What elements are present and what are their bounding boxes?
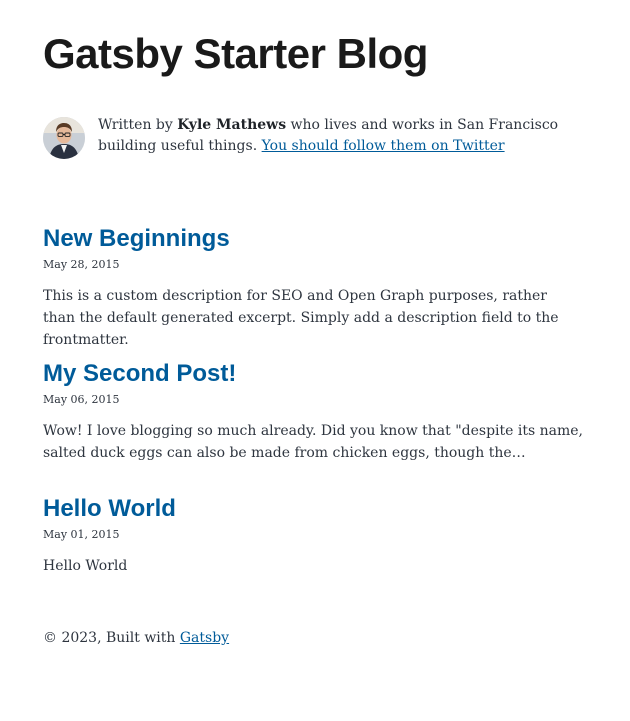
post-item: My Second Post! May 06, 2015 Wow! I love… [43,359,593,464]
post-item: New Beginnings May 28, 2015 This is a cu… [43,224,593,351]
post-title: New Beginnings [43,224,593,254]
post-excerpt: This is a custom description for SEO and… [43,288,559,348]
gatsby-link[interactable]: Gatsby [180,630,229,646]
post-title: My Second Post! [43,359,593,389]
post-excerpt: Wow! I love blogging so much already. Di… [43,423,584,461]
avatar [43,117,85,159]
post-excerpt: Hello World [43,558,128,574]
post-item: Hello World May 01, 2015 Hello World [43,494,593,577]
post-date: May 01, 2015 [43,528,120,541]
site-title[interactable]: Gatsby Starter Blog [43,30,428,78]
bio-prefix: Written by [98,117,178,133]
post-date: May 06, 2015 [43,393,120,406]
twitter-follow-link[interactable]: You should follow them on Twitter [262,138,505,154]
bio-author: Kyle Mathews [177,117,287,133]
profile-photo-icon [43,117,85,159]
bio-text: Written by Kyle Mathews who lives and wo… [98,115,593,157]
footer-copyright: © 2023, Built with [43,630,180,646]
footer: © 2023, Built with Gatsby [43,628,229,649]
post-title-link[interactable]: Hello World [43,495,176,522]
post-title-link[interactable]: New Beginnings [43,225,230,252]
post-date: May 28, 2015 [43,258,120,271]
bio: Written by Kyle Mathews who lives and wo… [43,115,593,159]
post-title-link[interactable]: My Second Post! [43,360,236,387]
post-title: Hello World [43,494,593,524]
